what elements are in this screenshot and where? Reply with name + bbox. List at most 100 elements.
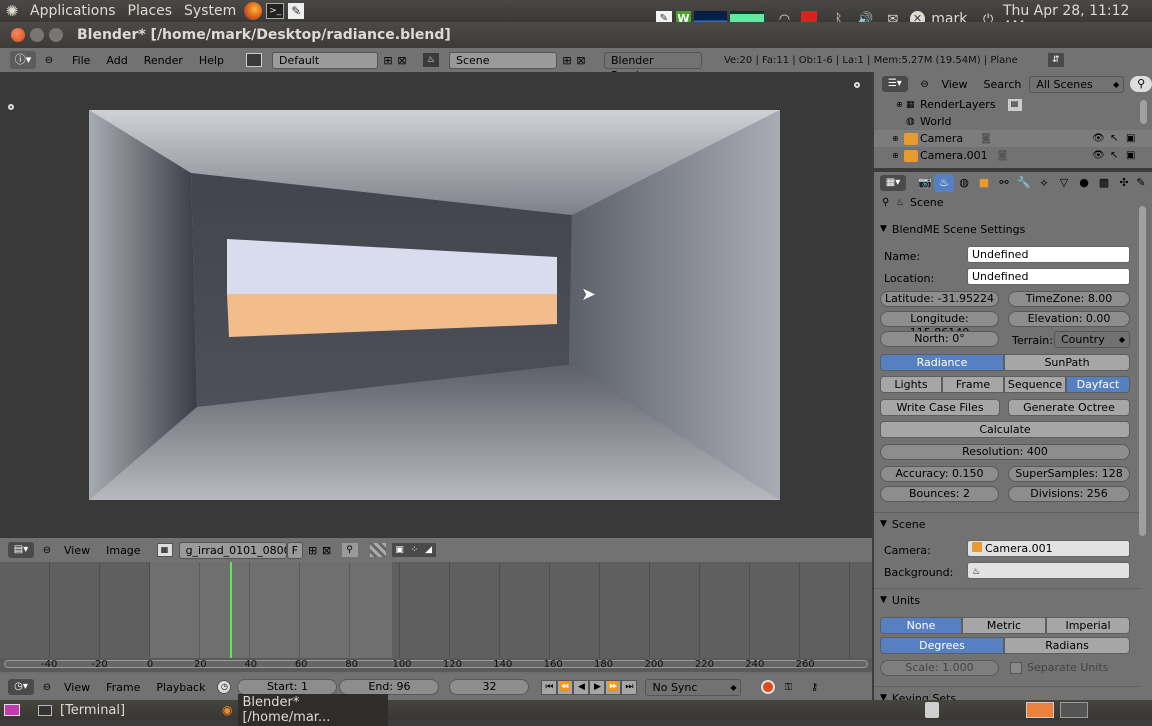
timeline-area[interactable]: -40 -20 0 20 40 60 80 100 120 140 160 180 200 220 240 2… — [0, 562, 872, 674]
lights-mode[interactable]: Lights — [880, 376, 942, 393]
workspace-switcher-icon[interactable] — [1026, 702, 1054, 718]
editor-type-properties-icon[interactable]: ▦▾ — [880, 175, 906, 191]
properties-scrollbar[interactable] — [1139, 206, 1146, 536]
add-scene-icon[interactable]: ⊞ — [560, 54, 574, 67]
timeline-playback-menu[interactable]: Playback — [148, 681, 213, 694]
constraints-tab-icon[interactable]: ⚯ — [994, 174, 1014, 192]
separate-units-checkbox[interactable]: Separate Units — [1010, 661, 1108, 674]
units-imperial[interactable]: Imperial — [1046, 617, 1130, 634]
editor-type-info-icon[interactable]: ⓘ▾ — [10, 51, 36, 69]
screen-layout-field[interactable]: Default — [271, 51, 378, 69]
outliner-search-menu[interactable]: Search — [976, 78, 1030, 91]
start-frame-field[interactable]: Start: 1 — [237, 679, 338, 695]
editor-type-timeline-icon[interactable]: ◷▾ — [8, 679, 34, 695]
background-field[interactable]: ♨ — [967, 562, 1130, 579]
collapse-timeline-menu-icon[interactable]: ⊖ — [38, 682, 56, 693]
sync-select[interactable]: No Sync ◆ — [645, 678, 742, 696]
world-tab-icon[interactable]: ◍ — [954, 174, 974, 192]
expand-icon[interactable]: ⊕ — [892, 151, 904, 160]
screen-layout-icon[interactable] — [245, 53, 262, 67]
corner-widget-icon[interactable] — [8, 104, 14, 110]
search-icon[interactable]: ⚲ — [1130, 76, 1152, 92]
play-icon[interactable]: ▶ — [589, 679, 606, 695]
object-tab-icon[interactable]: ■ — [974, 174, 994, 192]
render-camera-icon[interactable]: ▣ — [1126, 150, 1135, 161]
physics-tab-icon[interactable]: ✣ — [1114, 174, 1134, 192]
units-metric[interactable]: Metric — [962, 617, 1046, 634]
units-none[interactable]: None — [880, 617, 962, 634]
location-field[interactable]: Undefined — [967, 268, 1130, 285]
record-icon[interactable] — [761, 680, 776, 694]
longitude-field[interactable]: Longitude: 115.86140 — [880, 311, 999, 339]
ubuntu-logo-icon[interactable]: ✺ — [0, 2, 24, 20]
modifiers-tab-icon[interactable]: 🔧 — [1014, 174, 1034, 192]
collapse-triangle-icon[interactable]: ▼ — [880, 224, 887, 234]
play-reverse-icon[interactable]: ◀ — [573, 679, 590, 695]
outliner-item-camera-001[interactable]: ⊕ Camera.001 ◙ 👁 ↖ ▣ — [874, 147, 1152, 164]
add-menu[interactable]: Add — [98, 54, 135, 67]
accuracy-field[interactable]: Accuracy: 0.150 — [880, 466, 999, 482]
remove-scene-icon[interactable]: ⊠ — [574, 54, 588, 67]
collapse-image-menu-icon[interactable]: ⊖ — [38, 545, 56, 556]
current-frame-field[interactable]: 32 — [449, 679, 530, 695]
places-menu[interactable]: Places — [122, 3, 179, 19]
object-data-tab-icon[interactable]: ⟡ — [1034, 174, 1054, 192]
unit-scale-field[interactable]: Scale: 1.000 — [880, 660, 999, 676]
visibility-eye-icon[interactable]: 👁 — [1092, 150, 1105, 161]
show-desktop-icon[interactable] — [4, 704, 20, 716]
maximize-window-icon[interactable] — [49, 28, 63, 42]
end-frame-field[interactable]: End: 96 — [339, 679, 440, 695]
taskbar-blender[interactable]: Blender* [/home/mar... — [238, 694, 389, 726]
supersamples-field[interactable]: SuperSamples: 128 — [1008, 466, 1130, 482]
image-editor-area[interactable]: ➤ — [0, 72, 872, 538]
system-menu[interactable]: System — [178, 3, 242, 19]
outliner-item-world[interactable]: ◍ World — [874, 113, 1152, 130]
prev-keyframe-icon[interactable]: ⏪ — [557, 679, 574, 695]
jump-end-icon[interactable]: ⏭ — [621, 679, 638, 695]
outliner-view-menu[interactable]: View — [933, 78, 975, 91]
text-editor-icon[interactable]: ✎ — [288, 3, 305, 19]
image-menu[interactable]: Image — [98, 544, 148, 557]
z-buffer-icon[interactable]: ◢ — [421, 543, 436, 557]
dayfact-mode[interactable]: Dayfact — [1066, 376, 1130, 393]
scene-field[interactable]: Scene — [448, 51, 557, 69]
image-name-field[interactable]: g_irrad_0101_0800_C — [178, 541, 287, 559]
divisions-field[interactable]: Divisions: 256 — [1008, 486, 1130, 502]
collapse-triangle-icon[interactable]: ▼ — [880, 693, 887, 700]
outliner-item-camera[interactable]: ⊕ Camera ◙ 👁 ↖ ▣ — [874, 130, 1152, 147]
terrain-select[interactable]: Country ◆ — [1054, 331, 1130, 348]
north-field[interactable]: North: 0° — [880, 331, 999, 347]
add-layout-icon[interactable]: ⊞ — [381, 54, 395, 67]
scene-panel-header[interactable]: ▼ Scene — [874, 513, 1140, 535]
pin-icon[interactable]: ⚲ — [341, 543, 358, 557]
unlink-image-icon[interactable]: ⊠ — [320, 544, 334, 557]
browse-image-icon[interactable]: ▦ — [156, 543, 173, 557]
keying-set-icon[interactable]: ⚿ — [781, 682, 795, 693]
frame-mode[interactable]: Frame — [942, 376, 1004, 393]
outliner-item-renderlayers[interactable]: ⊕ ▦ RenderLayers ▤ — [874, 96, 1152, 113]
image-view-menu[interactable]: View — [56, 544, 98, 557]
corner-widget-right-icon[interactable] — [854, 82, 860, 88]
firefox-icon[interactable] — [244, 2, 263, 20]
taskbar-terminal[interactable]: [Terminal] — [60, 703, 210, 718]
timeline-frame-menu[interactable]: Frame — [98, 681, 148, 694]
calculate-button[interactable]: Calculate — [880, 421, 1130, 438]
elevation-field[interactable]: Elevation: 0.00 — [1008, 311, 1130, 327]
current-frame-line[interactable] — [229, 562, 232, 658]
sunpath-tab[interactable]: SunPath — [1004, 354, 1130, 371]
radiance-tab[interactable]: Radiance — [880, 354, 1004, 371]
minimize-window-icon[interactable] — [30, 28, 44, 42]
editor-type-image-icon[interactable]: ▤▾ — [8, 542, 34, 558]
resolution-field[interactable]: Resolution: 400 — [880, 444, 1130, 460]
trash-icon[interactable] — [925, 702, 939, 718]
expand-icon[interactable]: ⊕ — [892, 134, 904, 143]
new-image-icon[interactable]: ⊞ — [306, 544, 320, 557]
collapse-outliner-menu-icon[interactable]: ⊖ — [916, 79, 934, 90]
timeline-scrollbar[interactable] — [4, 660, 868, 668]
latitude-field[interactable]: Latitude: -31.95224 — [880, 291, 999, 307]
units-degrees[interactable]: Degrees — [880, 637, 1004, 654]
outliner-scrollbar[interactable] — [1140, 100, 1147, 124]
report-icon[interactable]: ⇵ — [1047, 53, 1064, 67]
workspace-switcher-2-icon[interactable] — [1060, 702, 1088, 718]
camera-field[interactable]: Camera.001 — [967, 540, 1130, 557]
